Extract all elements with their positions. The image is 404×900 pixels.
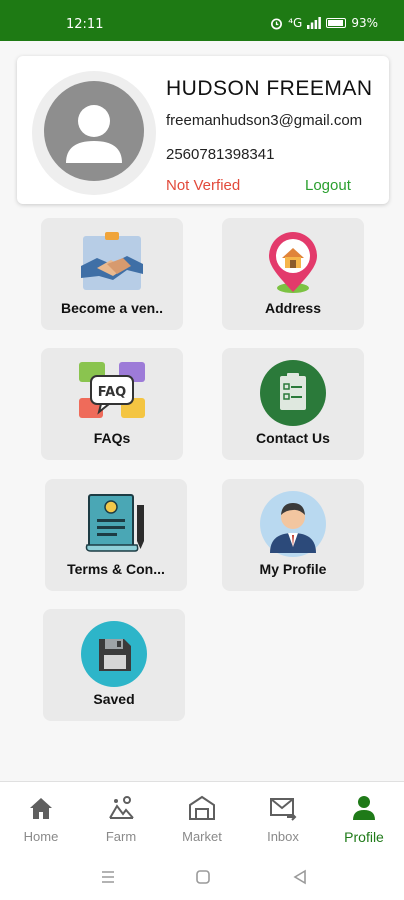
network-indicator: ⁴G (288, 16, 303, 30)
terms-conditions-tile[interactable]: Terms & Con... (45, 479, 187, 591)
svg-text:FAQ: FAQ (98, 385, 127, 400)
user-phone: 2560781398341 (166, 146, 275, 163)
floppy-disk-icon (81, 621, 147, 687)
market-icon (189, 795, 215, 820)
signal-icon (307, 17, 322, 29)
user-email: freemanhudson3@gmail.com (166, 112, 363, 129)
battery-level: 93% (351, 16, 378, 30)
default-user-icon (66, 105, 122, 163)
home-button-icon[interactable] (193, 867, 213, 887)
home-icon (30, 798, 52, 819)
status-icons: ⁴G 93% (270, 16, 378, 30)
handshake-icon (81, 232, 143, 290)
saved-tile[interactable]: Saved (43, 609, 185, 721)
nav-profile-label: Profile (344, 829, 384, 845)
user-name: HUDSON FREEMAN (166, 77, 373, 100)
saved-label: Saved (93, 691, 135, 707)
nav-farm-label: Farm (105, 829, 137, 844)
document-pen-icon (85, 494, 144, 552)
inbox-icon (270, 798, 297, 821)
clipboard-icon (260, 360, 326, 426)
nav-market[interactable]: Market (162, 782, 242, 854)
terms-conditions-label: Terms & Con... (67, 561, 165, 577)
nav-inbox[interactable]: Inbox (243, 782, 323, 854)
verification-status[interactable]: Not Verfied (166, 177, 240, 194)
contact-us-label: Contact Us (256, 430, 330, 446)
back-icon[interactable] (290, 867, 310, 887)
become-vendor-tile[interactable]: Become a ven.. (41, 218, 183, 330)
system-nav-bar (0, 853, 404, 900)
person-icon (260, 491, 326, 557)
faq-icon: FAQ (79, 362, 145, 418)
profile-icon (353, 796, 375, 820)
profile-card: HUDSON FREEMAN freemanhudson3@gmail.com … (17, 56, 389, 204)
bottom-nav: Home Farm Market Inbox Profile (0, 781, 404, 853)
battery-icon (326, 18, 347, 28)
faqs-tile[interactable]: FAQ FAQs (41, 348, 183, 460)
status-bar: 12:11 ⁴G 93% (0, 0, 404, 41)
nav-profile[interactable]: Profile (324, 782, 404, 854)
farm-icon (109, 796, 134, 819)
logout-button[interactable]: Logout (305, 177, 351, 194)
address-label: Address (264, 300, 322, 316)
nav-home-label: Home (23, 829, 59, 844)
location-pin-icon (269, 232, 317, 293)
nav-home[interactable]: Home (1, 782, 81, 854)
nav-inbox-label: Inbox (267, 829, 299, 844)
nav-farm[interactable]: Farm (81, 782, 161, 854)
avatar[interactable] (44, 81, 144, 181)
address-tile[interactable]: Address (222, 218, 364, 330)
status-time: 12:11 (66, 17, 104, 32)
alarm-icon (271, 17, 283, 29)
contact-us-tile[interactable]: Contact Us (222, 348, 364, 460)
nav-market-label: Market (182, 829, 222, 844)
my-profile-tile[interactable]: My Profile (222, 479, 364, 591)
become-vendor-label: Become a ven.. (61, 300, 163, 316)
my-profile-label: My Profile (259, 561, 327, 577)
faqs-label: FAQs (93, 430, 131, 446)
recent-apps-icon[interactable] (98, 867, 118, 887)
